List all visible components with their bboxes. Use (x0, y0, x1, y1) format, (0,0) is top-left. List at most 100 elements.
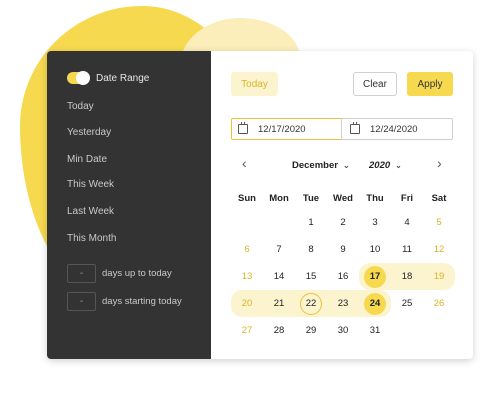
calendar-day[interactable]: 24 (359, 290, 391, 317)
calendar-day-number: 18 (401, 271, 413, 282)
weekday-label: Tue (302, 193, 320, 204)
calendar-day-number: 23 (337, 298, 349, 309)
calendar-day-number: 12 (433, 244, 445, 255)
calendar-day[interactable]: 18 (391, 263, 423, 290)
calendar-day-number: 26 (433, 298, 445, 309)
date-range-toggle[interactable] (67, 71, 90, 85)
weekday-label: Thu (366, 193, 384, 204)
calendar-day[interactable]: 25 (391, 290, 423, 317)
weekday-header: Sun Mon Tue Wed Thu Fri Sat (231, 189, 463, 209)
days-up-to-today-label: days up to today (102, 268, 172, 279)
calendar-day-number: 30 (337, 325, 349, 336)
calendar-day[interactable]: 13 (231, 263, 263, 290)
calendar-day-number: 7 (276, 244, 282, 255)
calendar-day-number: 15 (305, 271, 317, 282)
weekday-label: Mon (269, 193, 289, 204)
calendar-week: 1 2 3 4 5 (231, 209, 463, 236)
calendar-day[interactable]: 5 (423, 209, 455, 236)
next-month-chevron-icon[interactable]: › (437, 155, 442, 171)
calendar-day[interactable]: 4 (391, 209, 423, 236)
start-date-field[interactable]: 12/17/2020 (231, 118, 342, 140)
end-date-value: 12/24/2020 (370, 123, 418, 135)
calendar-day-number: 6 (244, 244, 250, 255)
month-value: December (292, 160, 338, 171)
preset-yesterday[interactable]: Yesterday (67, 127, 111, 138)
calendar-day-number: 24 (364, 293, 386, 315)
weekday-label: Wed (333, 193, 353, 204)
calendar-day[interactable]: 10 (359, 236, 391, 263)
calendar-day[interactable]: 22 (295, 290, 327, 317)
calendar-day[interactable]: 9 (327, 236, 359, 263)
days-starting-today-label: days starting today (102, 296, 182, 307)
calendar-day[interactable]: 19 (423, 263, 455, 290)
calendar-day[interactable]: 3 (359, 209, 391, 236)
toggle-knob (76, 71, 90, 85)
weekday-label: Fri (400, 193, 414, 204)
calendar-day[interactable]: 30 (327, 317, 359, 344)
year-value: 2020 (369, 160, 391, 171)
calendar-day[interactable]: 14 (263, 263, 295, 290)
calendar-day-number: 16 (337, 271, 349, 282)
calendar-day-number: 1 (308, 217, 314, 228)
calendar-day[interactable]: 1 (295, 209, 327, 236)
chevron-down-icon: ⌄ (395, 161, 402, 170)
calendar-day[interactable]: 31 (359, 317, 391, 344)
date-range-toggle-label: Date Range (96, 72, 150, 84)
calendar-day[interactable]: 27 (231, 317, 263, 344)
preset-today[interactable]: Today (67, 101, 94, 112)
calendar-grid: Sun Mon Tue Wed Thu Fri Sat 1 2 3 4 5 6 7 8 9 10 1… (231, 189, 463, 344)
calendar-day[interactable]: 16 (327, 263, 359, 290)
days-starting-today-row: - days starting today (67, 292, 182, 311)
calendar-day[interactable]: 29 (295, 317, 327, 344)
calendar-day[interactable]: 26 (423, 290, 455, 317)
calendar-day-number: 2 (340, 217, 346, 228)
today-button[interactable]: Today (231, 72, 278, 96)
preset-this-month[interactable]: This Month (67, 233, 116, 244)
calendar-empty-cell (391, 317, 423, 344)
calendar-day[interactable]: 2 (327, 209, 359, 236)
calendar-day-number: 20 (241, 298, 253, 309)
calendar-day-number: 9 (340, 244, 346, 255)
date-range-picker: Date Range Today Yesterday Min Date This… (47, 51, 473, 359)
calendar-icon (238, 122, 248, 134)
calendar-day-number: 19 (433, 271, 445, 282)
calendar-day[interactable]: 20 (231, 290, 263, 317)
calendar-day[interactable]: 8 (295, 236, 327, 263)
year-select[interactable]: 2020 ⌄ (369, 160, 402, 171)
calendar-day-number: 4 (404, 217, 410, 228)
calendar-day-number: 31 (369, 325, 381, 336)
calendar-day[interactable]: 7 (263, 236, 295, 263)
days-up-to-today-input[interactable]: - (67, 264, 96, 283)
calendar-empty-cell (263, 209, 295, 236)
calendar-day-number: 14 (273, 271, 285, 282)
calendar-day-number: 27 (241, 325, 253, 336)
calendar-day[interactable]: 17 (359, 263, 391, 290)
preset-last-week[interactable]: Last Week (67, 206, 114, 217)
calendar-day-number: 22 (300, 293, 322, 315)
end-date-field[interactable]: 12/24/2020 (341, 118, 453, 140)
preset-min-date[interactable]: Min Date (67, 154, 107, 165)
calendar-day[interactable]: 12 (423, 236, 455, 263)
preset-this-week[interactable]: This Week (67, 179, 114, 190)
apply-button[interactable]: Apply (407, 72, 453, 96)
days-up-to-today-row: - days up to today (67, 264, 172, 283)
calendar-day[interactable]: 11 (391, 236, 423, 263)
weekday-label: Sun (238, 193, 256, 204)
calendar-day[interactable]: 21 (263, 290, 295, 317)
preset-sidebar: Date Range Today Yesterday Min Date This… (47, 51, 211, 359)
calendar-day[interactable]: 28 (263, 317, 295, 344)
calendar-day[interactable]: 6 (231, 236, 263, 263)
date-range-toggle-row: Date Range (67, 71, 150, 85)
clear-button[interactable]: Clear (353, 72, 397, 96)
calendar-day-number: 25 (401, 298, 413, 309)
calendar-day[interactable]: 23 (327, 290, 359, 317)
prev-month-chevron-icon[interactable]: ‹ (242, 155, 247, 171)
days-starting-today-input[interactable]: - (67, 292, 96, 311)
calendar-day-number: 5 (436, 217, 442, 228)
month-select[interactable]: December ⌄ (292, 160, 350, 171)
calendar-day-number: 11 (402, 244, 412, 255)
calendar-day-number: 29 (305, 325, 317, 336)
calendar-weeks: 1 2 3 4 5 6 7 8 9 10 11 12 13 14 15 16 17 18 19 20 21 22 23 24 2… (231, 209, 463, 344)
calendar-day[interactable]: 15 (295, 263, 327, 290)
start-date-value: 12/17/2020 (258, 123, 306, 135)
